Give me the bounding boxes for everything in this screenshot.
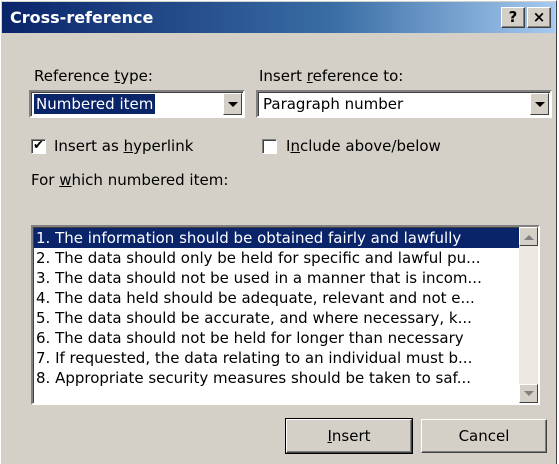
numbered-item-list: 1. The information should be obtained fa… <box>34 228 520 388</box>
reference-type-label: Reference type: <box>34 67 153 85</box>
cross-reference-dialog: Cross-reference ? × Reference type: Numb… <box>0 0 557 464</box>
dropdown-arrow-icon <box>535 102 545 107</box>
button-label: nsert <box>331 427 371 445</box>
reference-type-value: Numbered item <box>32 93 157 115</box>
scroll-up-icon <box>524 235 534 240</box>
include-above-below-label[interactable]: Include above/below <box>286 137 441 155</box>
label-text: ype: <box>120 67 153 85</box>
help-button[interactable]: ? <box>501 7 525 28</box>
cancel-button[interactable]: Cancel <box>421 419 547 453</box>
insert-hyperlink-label[interactable]: Insert as hyperlink <box>54 137 193 155</box>
label-text: For <box>31 171 60 189</box>
label-text: yperlink <box>133 137 194 155</box>
insert-hyperlink-checkbox[interactable]: ✔ <box>31 139 46 154</box>
list-item[interactable]: 6. The data should not be held for longe… <box>34 328 520 348</box>
label-text: clude above/below <box>299 137 441 155</box>
dialog-title: Cross-reference <box>10 8 154 27</box>
which-item-label: For which numbered item: <box>31 171 228 189</box>
help-icon: ? <box>508 8 518 26</box>
scroll-up-button[interactable] <box>519 227 538 246</box>
list-item[interactable]: 8. Appropriate security measures should … <box>34 368 520 388</box>
close-icon: × <box>532 8 546 26</box>
list-item[interactable]: 7. If requested, the data relating to an… <box>34 348 520 368</box>
accelerator-key: n <box>290 137 300 155</box>
insert-reference-dropdown[interactable]: Paragraph number <box>256 90 552 118</box>
insert-button[interactable]: Insert <box>285 418 413 454</box>
close-button[interactable]: × <box>527 7 551 28</box>
accelerator-key: h <box>123 137 134 155</box>
scroll-down-button[interactable] <box>519 384 538 403</box>
numbered-item-listbox[interactable]: 1. The information should be obtained fa… <box>31 225 540 405</box>
accelerator-key: w <box>59 171 72 189</box>
label-text: hich numbered item: <box>71 171 229 189</box>
reference-type-dropdown-button[interactable] <box>223 93 242 115</box>
scroll-down-icon <box>524 391 534 396</box>
vertical-scrollbar[interactable] <box>519 227 538 403</box>
include-above-below-checkbox[interactable] <box>262 139 277 154</box>
list-item[interactable]: 3. The data should not be used in a mann… <box>34 268 520 288</box>
label-text: Insert as <box>54 137 124 155</box>
dropdown-arrow-icon <box>228 102 238 107</box>
label-text: Insert <box>259 67 307 85</box>
list-item[interactable]: 4. The data held should be adequate, rel… <box>34 288 520 308</box>
list-item[interactable]: 2. The data should only be held for spec… <box>34 248 520 268</box>
insert-reference-dropdown-button[interactable] <box>530 93 549 115</box>
list-item[interactable]: 5. The data should be accurate, and wher… <box>34 308 520 328</box>
label-text: Reference <box>34 67 115 85</box>
label-text: eference to: <box>312 67 404 85</box>
list-item[interactable]: 1. The information should be obtained fa… <box>34 228 520 248</box>
title-bar[interactable]: Cross-reference ? × <box>2 2 555 33</box>
reference-type-dropdown[interactable]: Numbered item <box>29 90 245 118</box>
checkmark-icon: ✔ <box>33 138 44 153</box>
insert-reference-label: Insert reference to: <box>259 67 403 85</box>
insert-reference-value: Paragraph number <box>263 95 404 113</box>
